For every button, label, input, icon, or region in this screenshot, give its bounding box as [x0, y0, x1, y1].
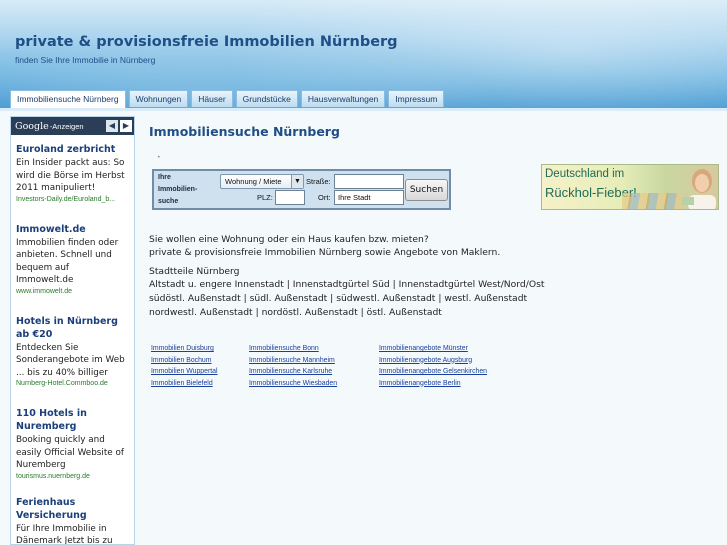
- google-ads-sidebar: Google -Anzeigen ◀ ▶ Euroland zerbricht …: [10, 116, 135, 545]
- search-button[interactable]: Suchen: [405, 179, 448, 201]
- city-link[interactable]: Immobiliensuche Mannheim: [249, 355, 337, 367]
- districts-line-2[interactable]: südöstl. Außenstadt | südl. Außenstadt |…: [149, 292, 527, 306]
- nav-tab-haeuser[interactable]: Häuser: [191, 90, 233, 107]
- nav-tab-hausverwaltungen[interactable]: Hausverwaltungen: [300, 90, 386, 107]
- city-link[interactable]: Immobilien Bielefeld: [151, 378, 218, 390]
- city-link[interactable]: Immobilienangebote Münster: [379, 343, 487, 355]
- districts-title: Stadtteile Nürnberg: [149, 266, 240, 277]
- chevron-right-icon[interactable]: ▶: [120, 120, 132, 132]
- separator-dot: •: [157, 154, 161, 161]
- street-input[interactable]: [334, 174, 404, 189]
- property-type-select[interactable]: Wohnung / Miete ▼: [220, 174, 304, 189]
- site-title[interactable]: private & provisionsfreie Immobilien Nür…: [15, 34, 398, 50]
- ad-text: Immobilien finden oder anbieten. Schnell…: [16, 237, 119, 286]
- woman-photo: [682, 169, 716, 209]
- city-link[interactable]: Immobiliensuche Karlsruhe: [249, 366, 337, 378]
- ad-url[interactable]: www.immowelt.de: [16, 287, 129, 297]
- ad-title[interactable]: 110 Hotels in Nuremberg: [16, 407, 129, 433]
- ads-header: Google -Anzeigen ◀ ▶: [11, 117, 134, 135]
- ad-item[interactable]: Euroland zerbricht Ein Insider packt aus…: [11, 143, 134, 205]
- city-links-col-3: Immobilienangebote Münster Immobilienang…: [379, 343, 487, 389]
- ad-text: Für Ihre Immobilie in Dänemark Jetzt bis…: [16, 523, 113, 545]
- districts-line-1[interactable]: Altstadt u. engere Innenstadt | Innensta…: [149, 278, 544, 292]
- ad-item[interactable]: 110 Hotels in Nuremberg Booking quickly …: [11, 407, 134, 482]
- main-nav: Immobiliensuche Nürnberg Wohnungen Häuse…: [0, 90, 727, 110]
- ad-text: Ein Insider packt aus: So wird die Börse…: [16, 158, 125, 193]
- property-type-value: Wohnung / Miete: [225, 177, 282, 186]
- city-link[interactable]: Immobilienangebote Gelsenkirchen: [379, 366, 487, 378]
- ad-item[interactable]: Hotels in Nürnberg ab €20 Entdecken Sie …: [11, 315, 134, 390]
- nav-tab-immobiliensuche[interactable]: Immobiliensuche Nürnberg: [10, 90, 126, 108]
- site-subtitle: finden Sie Ihre Immobilie in Nürnberg: [15, 55, 156, 65]
- ad-url[interactable]: Nurnberg-Hotel.Commboo.de: [16, 379, 129, 389]
- property-search-form: Ihre Immobilien-suche Wohnung / Miete ▼ …: [152, 169, 451, 210]
- ad-title[interactable]: Ferienhaus Versicherung: [16, 496, 129, 522]
- ads-label: -Anzeigen: [49, 121, 84, 131]
- nav-tab-wohnungen[interactable]: Wohnungen: [128, 90, 189, 107]
- street-label: Straße:: [306, 177, 331, 186]
- city-link[interactable]: Immobilienangebote Berlin: [379, 378, 487, 390]
- city-link[interactable]: Immobilien Bochum: [151, 355, 218, 367]
- search-form-label: Ihre Immobilien-suche: [158, 174, 198, 205]
- ad-url[interactable]: Investors-Daily.de/Euroland_b...: [16, 195, 129, 205]
- city-link[interactable]: Immobilienangebote Augsburg: [379, 355, 487, 367]
- page-title: Immobiliensuche Nürnberg: [149, 124, 340, 139]
- banner-ad[interactable]: Deutschland im Rückhol-Fieber!: [541, 164, 719, 210]
- nav-tab-impressum[interactable]: Impressum: [388, 90, 445, 107]
- city-link[interactable]: Immobilien Wuppertal: [151, 366, 218, 378]
- zip-label: PLZ:: [257, 193, 273, 202]
- ad-url[interactable]: tourismus.nuernberg.de: [16, 472, 129, 482]
- city-label: Ort:: [318, 193, 331, 202]
- intro-line-2: private & provisionsfreie Immobilien Nür…: [149, 247, 501, 258]
- ad-text: Booking quickly and easily Official Webs…: [16, 435, 124, 470]
- google-logo[interactable]: Google: [15, 121, 49, 132]
- chevron-down-icon[interactable]: ▼: [291, 175, 303, 188]
- nav-underline: [0, 108, 727, 111]
- city-links-col-1: Immobilien Duisburg Immobilien Bochum Im…: [151, 343, 218, 389]
- ad-title[interactable]: Hotels in Nürnberg ab €20: [16, 315, 129, 341]
- city-links-col-2: Immobiliensuche Bonn Immobiliensuche Man…: [249, 343, 337, 389]
- ad-item[interactable]: Immowelt.de Immobilien finden oder anbie…: [11, 223, 134, 297]
- nav-tab-grundstuecke[interactable]: Grundstücke: [235, 90, 298, 107]
- zip-input[interactable]: [275, 190, 305, 205]
- city-link[interactable]: Immobilien Duisburg: [151, 343, 218, 355]
- banner-line1: Deutschland im: [545, 168, 625, 180]
- ad-title[interactable]: Immowelt.de: [16, 223, 129, 236]
- city-input[interactable]: Ihre Stadt: [334, 190, 404, 205]
- ad-item[interactable]: Ferienhaus Versicherung Für Ihre Immobil…: [11, 496, 134, 545]
- ad-title[interactable]: Euroland zerbricht: [16, 143, 129, 156]
- money-image: [622, 193, 682, 209]
- city-link[interactable]: Immobiliensuche Wiesbaden: [249, 378, 337, 390]
- city-link[interactable]: Immobiliensuche Bonn: [249, 343, 337, 355]
- chevron-left-icon[interactable]: ◀: [106, 120, 118, 132]
- intro-line-1: Sie wollen eine Wohnung oder ein Haus ka…: [149, 234, 429, 245]
- districts-line-3[interactable]: nordwestl. Außenstadt | nordöstl. Außens…: [149, 306, 442, 320]
- ad-text: Entdecken Sie Sonderangebote im Web ... …: [16, 342, 125, 378]
